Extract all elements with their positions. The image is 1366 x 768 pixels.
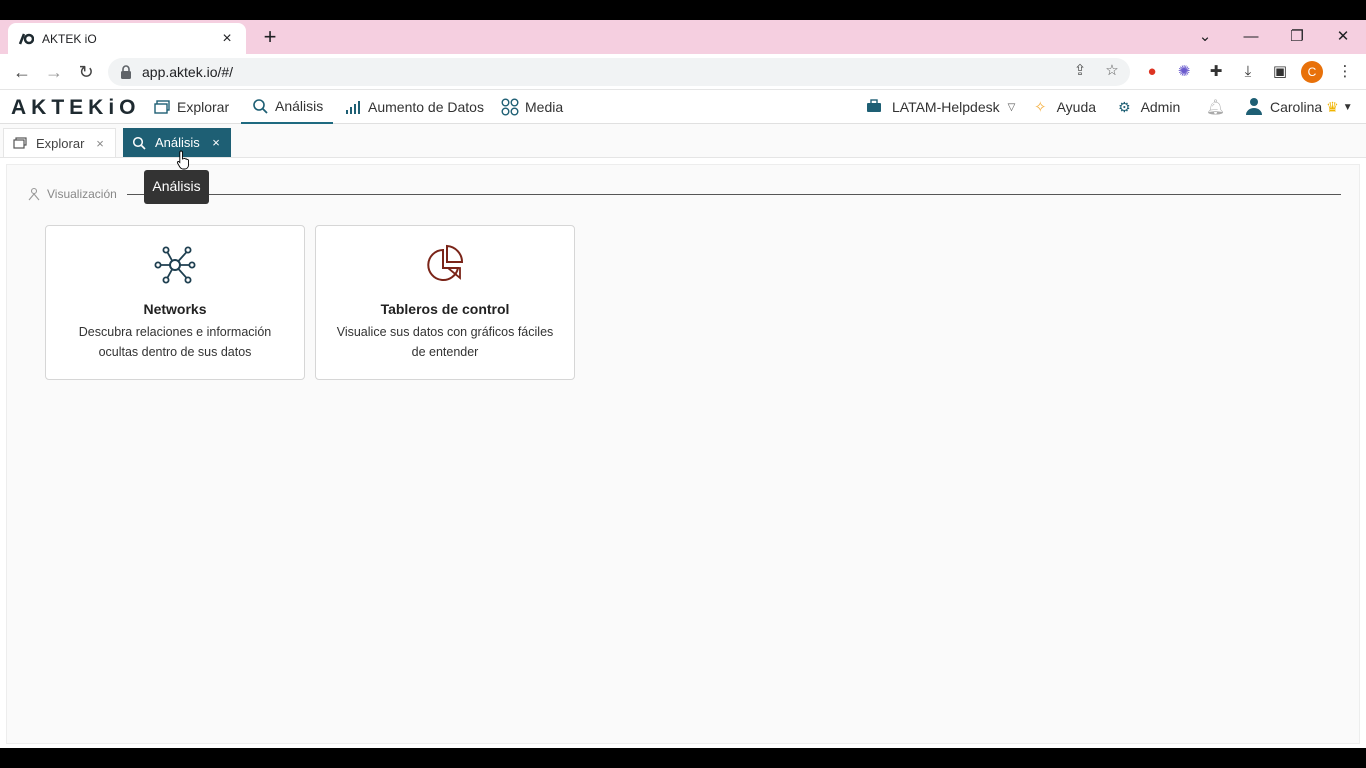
app-header: AKTEKiO Explorar Análisis Aumento de Dat… [0, 90, 1366, 124]
url-text: app.aktek.io/#/ [142, 64, 234, 80]
extension-gear-icon[interactable]: ✺ [1174, 62, 1194, 82]
notifications-bell-icon[interactable]: 🔔︎ [1206, 90, 1225, 124]
user-icon [1246, 97, 1262, 118]
networks-card[interactable]: Networks Descubra relaciones e informaci… [45, 225, 305, 380]
nav-media-label: Media [525, 99, 564, 115]
nav-explorar[interactable]: Explorar [153, 90, 229, 124]
dashboards-card-description: Visualice sus datos con gráficos fáciles… [336, 325, 554, 359]
caret-down-icon: ▽ [1007, 101, 1016, 113]
browser-tab-close-icon[interactable]: × [218, 30, 236, 48]
browser-window: AKTEK iO × + ⌄ — ❐ ✕ ← → ↻ app.aktek.io/… [0, 20, 1366, 748]
workspace-label: LATAM-Helpdesk [892, 99, 1000, 115]
minimize-icon[interactable]: — [1228, 24, 1274, 50]
search-analytics-icon [251, 97, 269, 115]
tab-analisis-label: Análisis [155, 135, 200, 150]
nav-analisis-label: Análisis [275, 98, 324, 114]
forward-icon[interactable]: → [42, 60, 66, 84]
browser-toolbar: ← → ↻ app.aktek.io/#/ ⇪ ☆ ● ✺ ✚ ⤓ ▣ C ⋮ [0, 54, 1366, 90]
bookmark-star-icon[interactable]: ☆ [1103, 62, 1121, 80]
nav-explorar-label: Explorar [177, 99, 230, 115]
browser-tab-strip: AKTEK iO × + ⌄ — ❐ ✕ [0, 20, 1366, 54]
workspace-selector[interactable]: LATAM-Helpdesk ▽ [866, 90, 1015, 124]
visualization-section-header: Visualización [27, 185, 1341, 203]
tab-explorar-label: Explorar [36, 135, 85, 151]
visualization-icon [27, 187, 41, 201]
side-panel-icon[interactable]: ▣ [1270, 62, 1290, 82]
screen-bottom-bar [0, 748, 1366, 768]
aktek-favicon-icon [18, 31, 34, 47]
tab-analisis-close-icon[interactable]: × [209, 135, 223, 150]
grid-circles-icon [501, 98, 519, 116]
restore-icon[interactable]: ❐ [1274, 24, 1320, 50]
window-close-icon[interactable]: ✕ [1320, 24, 1366, 50]
analysis-panel: Visualización Networks Descubra relacion… [6, 164, 1360, 744]
networks-card-title: Networks [143, 301, 207, 317]
section-divider [126, 193, 1341, 195]
share-icon[interactable]: ⇪ [1071, 62, 1089, 80]
section-label: Visualización [47, 187, 117, 201]
extensions-puzzle-icon[interactable]: ✚ [1206, 62, 1226, 82]
admin-link[interactable]: ⚙ Admin [1118, 90, 1180, 124]
user-caret-icon: ▼ [1342, 101, 1353, 113]
bar-chart-icon [344, 98, 362, 116]
briefcase-icon [866, 98, 882, 116]
browser-tab-title: AKTEK iO [42, 31, 97, 46]
user-menu[interactable]: Carolina ♛ ▼ [1246, 90, 1353, 124]
help-icon: ✧ [1034, 99, 1047, 116]
network-icon [154, 246, 196, 284]
browser-tab[interactable]: AKTEK iO × [8, 23, 246, 54]
nav-aumento-label: Aumento de Datos [368, 99, 484, 115]
screen-top-bar [0, 0, 1366, 20]
nav-aumento-datos[interactable]: Aumento de Datos [344, 90, 484, 124]
nav-analisis[interactable]: Análisis [241, 90, 334, 124]
dashboards-card-title: Tableros de control [380, 301, 510, 317]
hand-cursor-icon [176, 150, 189, 170]
tab-explorar[interactable]: Explorar × [3, 128, 116, 157]
admin-label: Admin [1140, 99, 1181, 115]
tooltip-analisis: Análisis [144, 170, 209, 204]
help-label: Ayuda [1056, 99, 1097, 115]
extension-red-icon[interactable]: ● [1142, 62, 1162, 82]
tab-explorar-close-icon[interactable]: × [93, 136, 107, 151]
new-tab-button[interactable]: + [258, 26, 282, 50]
tab-search-icon[interactable]: ⌄ [1182, 24, 1228, 50]
admin-gear-icon: ⚙ [1118, 98, 1131, 115]
pie-chart-icon [427, 244, 464, 281]
dashboards-card[interactable]: Tableros de control Visualice sus datos … [315, 225, 575, 380]
networks-card-description: Descubra relaciones e información oculta… [78, 325, 272, 359]
aktek-logo[interactable]: AKTEKiO [11, 96, 141, 120]
profile-avatar[interactable]: C [1301, 61, 1323, 83]
window-icon [153, 98, 171, 116]
workspace-tabs-bar: Explorar × Análisis × [0, 124, 1366, 158]
address-bar[interactable]: app.aktek.io/#/ [108, 58, 1130, 86]
lock-icon [120, 65, 134, 79]
reload-icon[interactable]: ↻ [74, 60, 98, 84]
help-link[interactable]: ✧ Ayuda [1034, 90, 1096, 124]
window-icon [12, 135, 28, 151]
back-icon[interactable]: ← [10, 60, 34, 84]
download-icon[interactable]: ⤓ [1238, 62, 1258, 82]
crown-icon: ♛ [1326, 98, 1339, 115]
nav-media[interactable]: Media [501, 90, 563, 124]
browser-menu-icon[interactable]: ⋮ [1335, 62, 1355, 82]
search-analytics-icon [131, 135, 147, 151]
user-name: Carolina [1270, 99, 1323, 115]
